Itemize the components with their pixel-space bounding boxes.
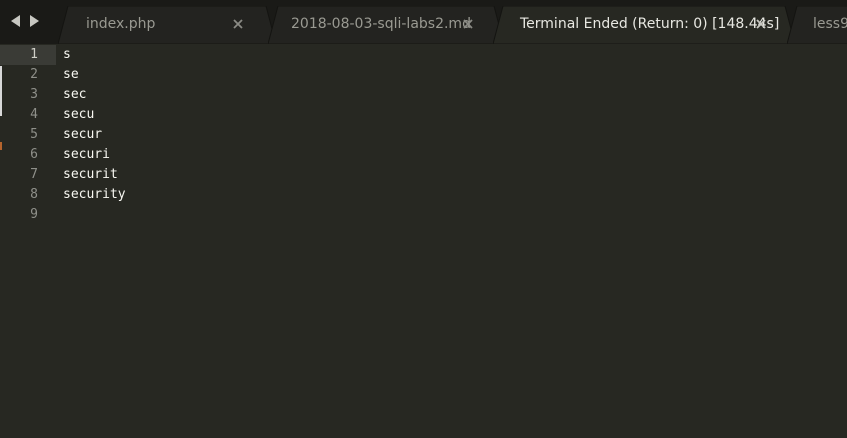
- tab-terminal-ended[interactable]: Terminal Ended (Return: 0) [148.44s]: [493, 6, 795, 44]
- code-line[interactable]: 6 securi: [0, 145, 847, 165]
- line-number: 4: [30, 107, 38, 122]
- line-text: security: [63, 187, 126, 202]
- line-number: 6: [30, 147, 38, 162]
- line-number: 1: [30, 47, 38, 62]
- tab-label: Terminal Ended (Return: 0) [148.44s]: [520, 16, 780, 32]
- close-icon[interactable]: [461, 17, 475, 31]
- tab-navigation: [10, 12, 40, 30]
- tab-sqli-labs2-md[interactable]: 2018-08-03-sqli-labs2.md: [268, 6, 504, 44]
- line-number: 2: [30, 67, 38, 82]
- line-text: securit: [63, 167, 118, 182]
- code-line[interactable]: 2 se: [0, 65, 847, 85]
- code-line[interactable]: 9: [0, 205, 847, 225]
- tab-label: index.php: [86, 16, 156, 32]
- text-editor[interactable]: 1 s 2 se 3 sec 4 secu 5 secur 6 securi 7…: [0, 44, 847, 438]
- line-text: secu: [63, 107, 95, 122]
- line-text: securi: [63, 147, 110, 162]
- close-icon[interactable]: [231, 17, 245, 31]
- line-text: se: [63, 67, 79, 82]
- code-line[interactable]: 5 secur: [0, 125, 847, 145]
- window-edge-marker: [0, 66, 2, 116]
- tab-label: less9-: [813, 16, 847, 32]
- code-line[interactable]: 1 s: [0, 45, 847, 65]
- triangle-left-icon[interactable]: [10, 12, 22, 30]
- close-icon[interactable]: [754, 17, 768, 31]
- tab-bar: index.php 2018-08-03-sqli-labs2.md Termi…: [0, 0, 847, 44]
- editor-window: index.php 2018-08-03-sqli-labs2.md Termi…: [0, 0, 847, 438]
- line-number: 8: [30, 187, 38, 202]
- line-text: sec: [63, 87, 87, 102]
- code-line[interactable]: 7 securit: [0, 165, 847, 185]
- line-text: secur: [63, 127, 103, 142]
- line-number: 7: [30, 167, 38, 182]
- tab-label: 2018-08-03-sqli-labs2.md: [291, 16, 471, 32]
- line-number: 5: [30, 127, 38, 142]
- tab-index-php[interactable]: index.php: [58, 6, 276, 44]
- line-number: 9: [30, 207, 38, 222]
- line-number: 3: [30, 87, 38, 102]
- window-edge-marker: [0, 142, 2, 150]
- code-line[interactable]: 8 security: [0, 185, 847, 205]
- code-line[interactable]: 4 secu: [0, 105, 847, 125]
- tab-less9[interactable]: less9-: [787, 6, 847, 44]
- line-text: s: [63, 47, 71, 62]
- code-line[interactable]: 3 sec: [0, 85, 847, 105]
- triangle-right-icon[interactable]: [28, 12, 40, 30]
